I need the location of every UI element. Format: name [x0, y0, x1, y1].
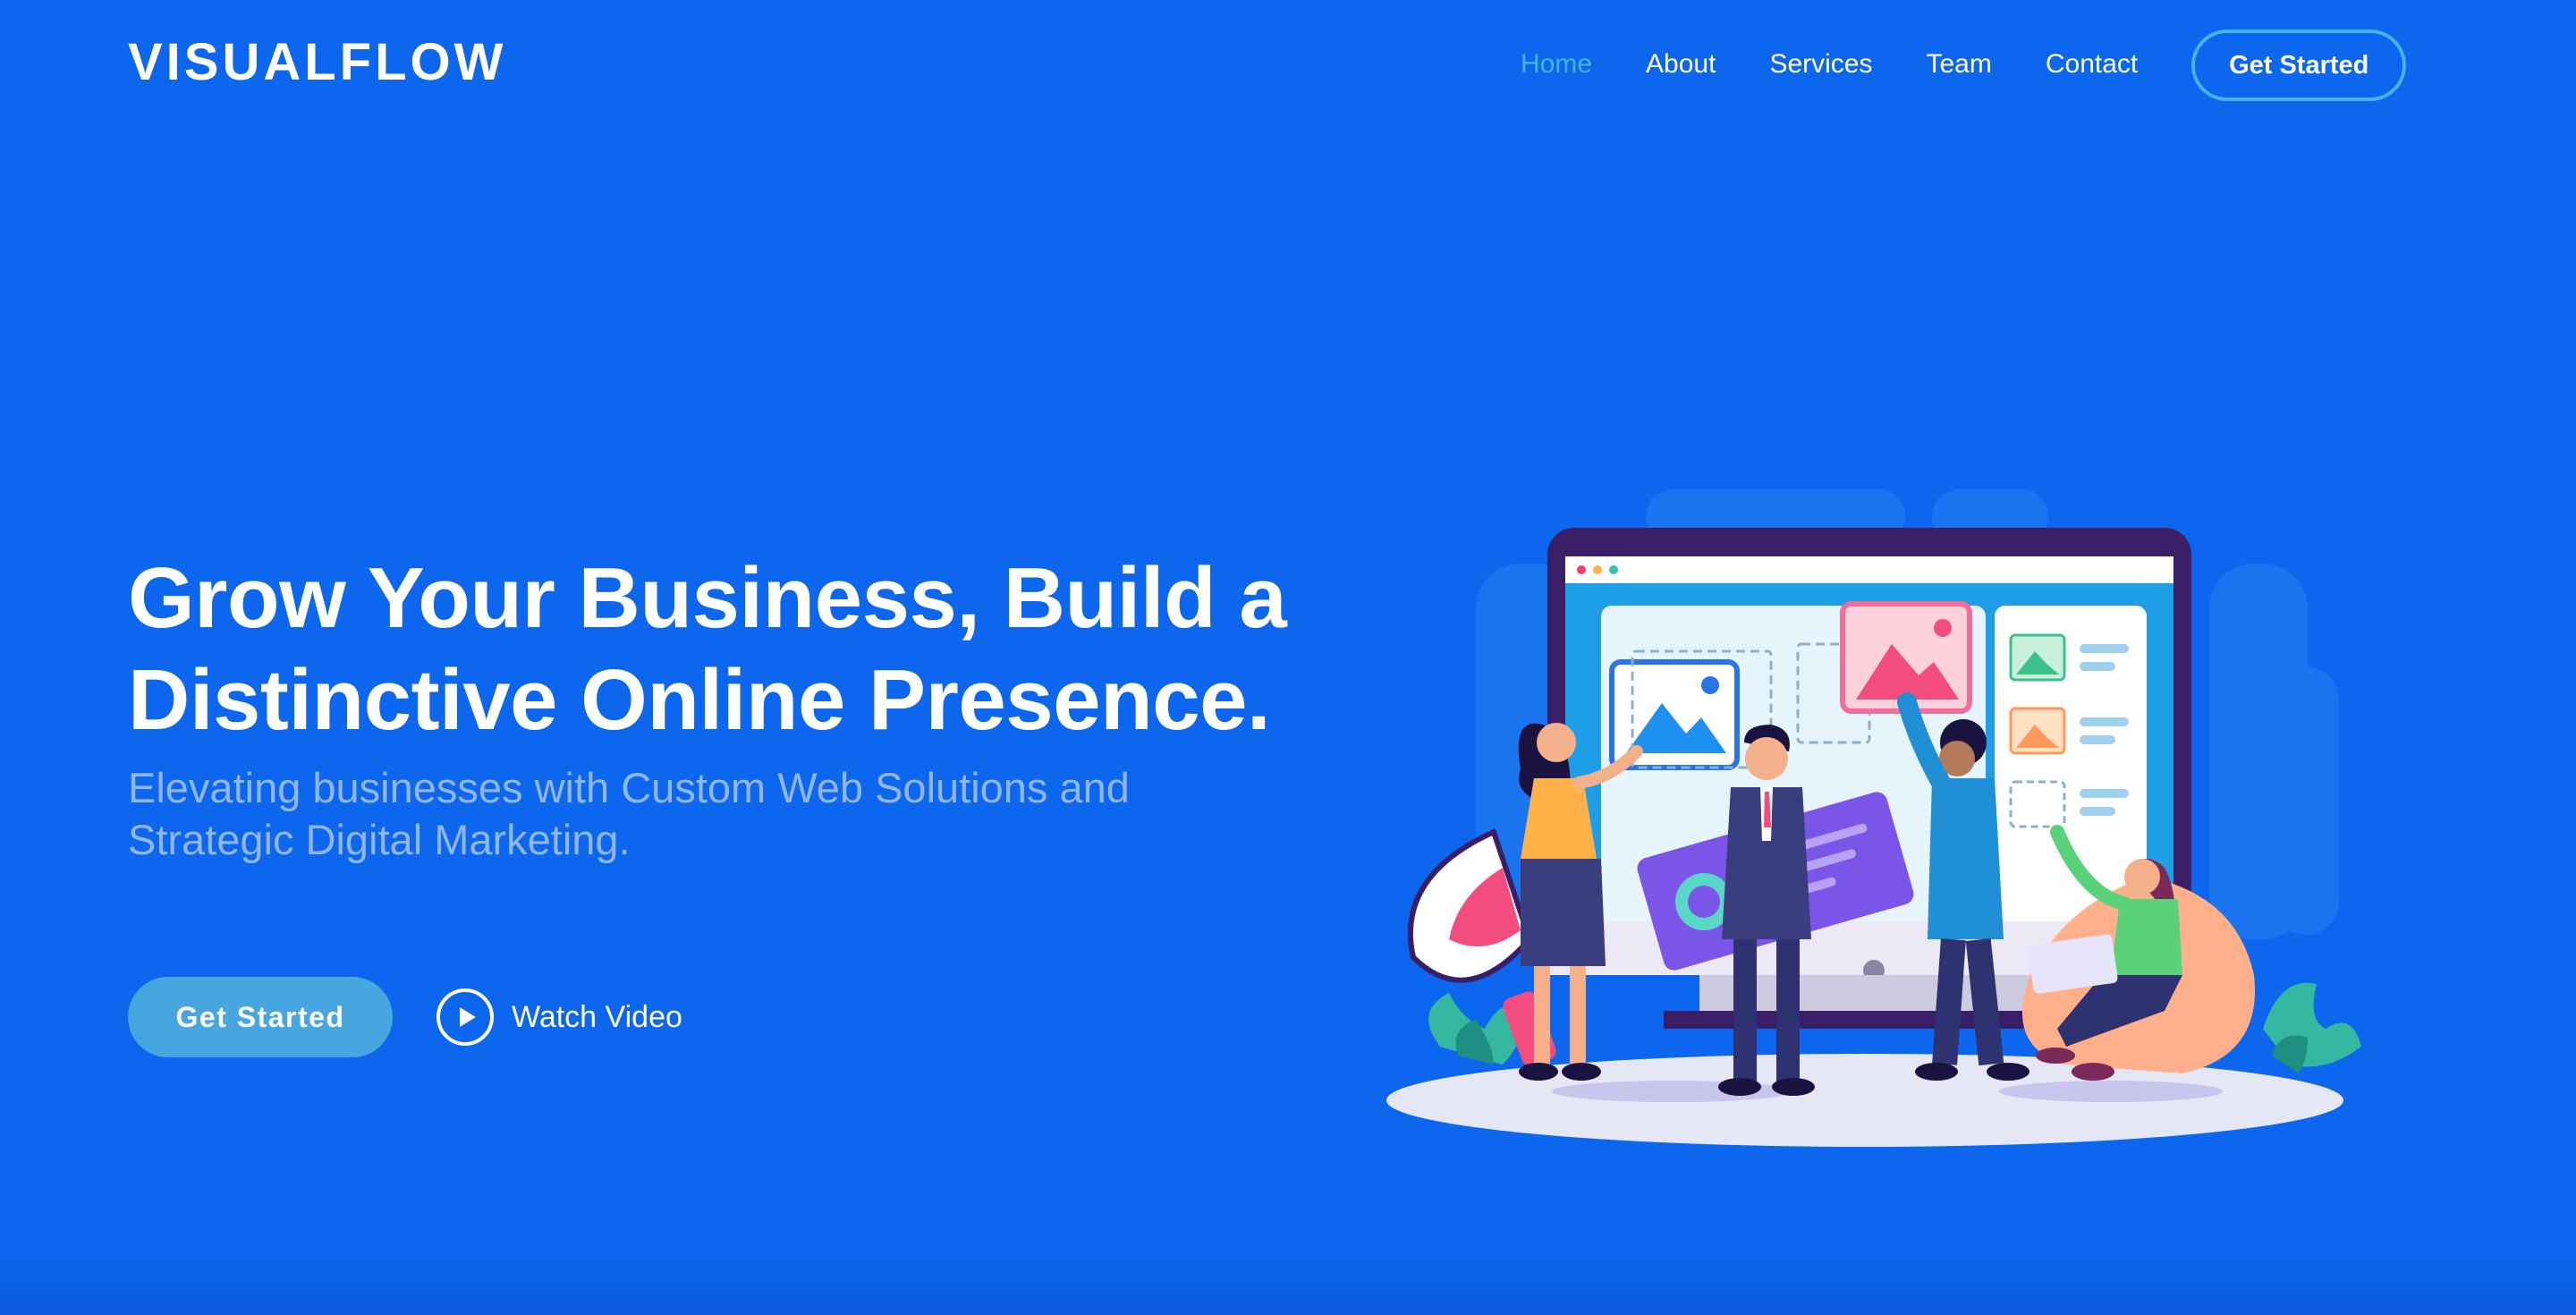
logo[interactable]: VISUALFLOW	[128, 32, 506, 93]
site-header: VISUALFLOW Home About Services Team Cont…	[0, 0, 2576, 125]
nav-team[interactable]: Team	[1926, 47, 1991, 82]
play-circle-icon	[436, 988, 494, 1046]
hero-title: Grow Your Business, Build a Distinctive …	[128, 550, 1287, 748]
watch-video-button[interactable]: Watch Video	[436, 986, 682, 1048]
page: VISUALFLOW Home About Services Team Cont…	[0, 0, 2576, 1315]
nav-about[interactable]: About	[1646, 47, 1716, 82]
nav-services[interactable]: Services	[1769, 47, 1872, 82]
hero-illustration	[1386, 489, 2361, 1147]
hero-get-started-button[interactable]: Get Started	[128, 977, 393, 1057]
plant-right	[2263, 982, 2361, 1073]
main-nav: Home About Services Team Contact Get Sta…	[1521, 30, 2407, 101]
nav-home[interactable]: Home	[1521, 47, 1592, 82]
hero-subtitle: Elevating businesses with Custom Web Sol…	[128, 764, 1130, 863]
nav-contact[interactable]: Contact	[2046, 47, 2138, 82]
watch-video-label: Watch Video	[512, 1000, 682, 1034]
header-get-started-button[interactable]: Get Started	[2191, 30, 2407, 101]
